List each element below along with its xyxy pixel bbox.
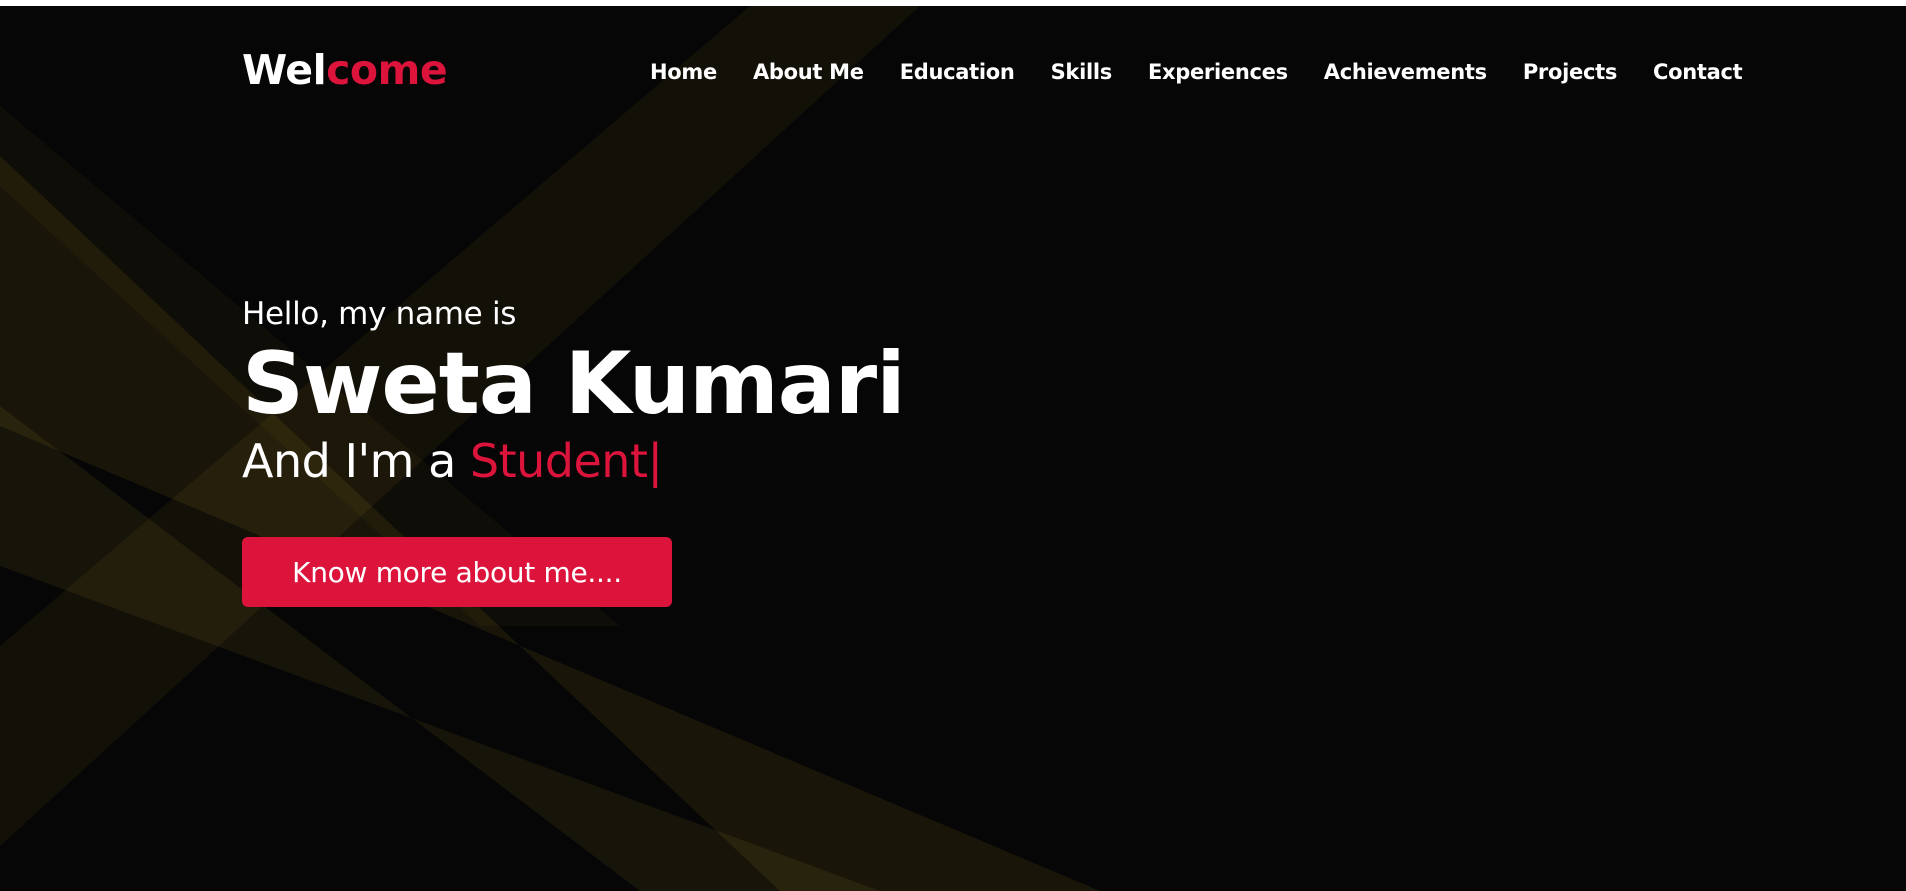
nav-link-achievements[interactable]: Achievements — [1324, 60, 1487, 84]
nav-link-education[interactable]: Education — [900, 60, 1015, 84]
nav-link-about-me[interactable]: About Me — [753, 60, 864, 84]
site-logo[interactable]: Welcome — [242, 46, 448, 94]
hero-role: And I'm a Student| — [242, 434, 905, 488]
know-more-button[interactable]: Know more about me.... — [242, 537, 672, 607]
nav-link-skills[interactable]: Skills — [1051, 60, 1113, 84]
hero-name: Sweta Kumari — [242, 334, 906, 434]
nav-link-contact[interactable]: Contact — [1653, 60, 1743, 84]
nav-link-experiences[interactable]: Experiences — [1148, 60, 1288, 84]
navbar: Welcome Home About Me Education Skills E… — [0, 6, 1906, 136]
nav-link-home[interactable]: Home — [650, 60, 717, 84]
hero-content: Hello, my name is Sweta Kumari And I'm a… — [242, 296, 906, 488]
logo-accent-text: come — [326, 46, 448, 94]
nav-link-projects[interactable]: Projects — [1523, 60, 1618, 84]
logo-text: Wel — [242, 46, 327, 94]
hero-greeting: Hello, my name is — [242, 296, 517, 332]
hero-role-typed-text: Student — [469, 434, 648, 488]
nav-menu: Home About Me Education Skills Experienc… — [650, 60, 1743, 84]
hero-role-prefix: And I'm a — [242, 434, 470, 488]
home-section: Welcome Home About Me Education Skills E… — [0, 6, 1906, 891]
typing-cursor: | — [647, 434, 664, 488]
